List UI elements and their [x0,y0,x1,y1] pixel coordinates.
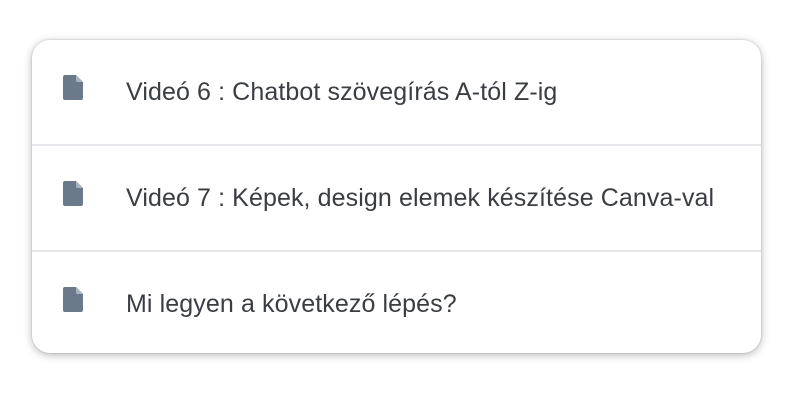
lesson-item-video-7[interactable]: Videó 7 : Képek, design elemek készítése… [32,144,761,250]
lesson-title: Videó 7 : Képek, design elemek készítése… [126,183,715,212]
lesson-title: Videó 6 : Chatbot szövegírás A-tól Z-ig [126,77,558,106]
document-icon [63,75,83,100]
lesson-title: Mi legyen a következő lépés? [126,289,457,318]
lesson-list-card: Videó 6 : Chatbot szövegírás A-tól Z-ig … [32,40,761,353]
lesson-item-video-6[interactable]: Videó 6 : Chatbot szövegírás A-tól Z-ig [32,40,761,144]
document-icon [63,181,83,206]
lesson-item-next-step[interactable]: Mi legyen a következő lépés? [32,250,761,353]
document-icon [63,287,83,312]
